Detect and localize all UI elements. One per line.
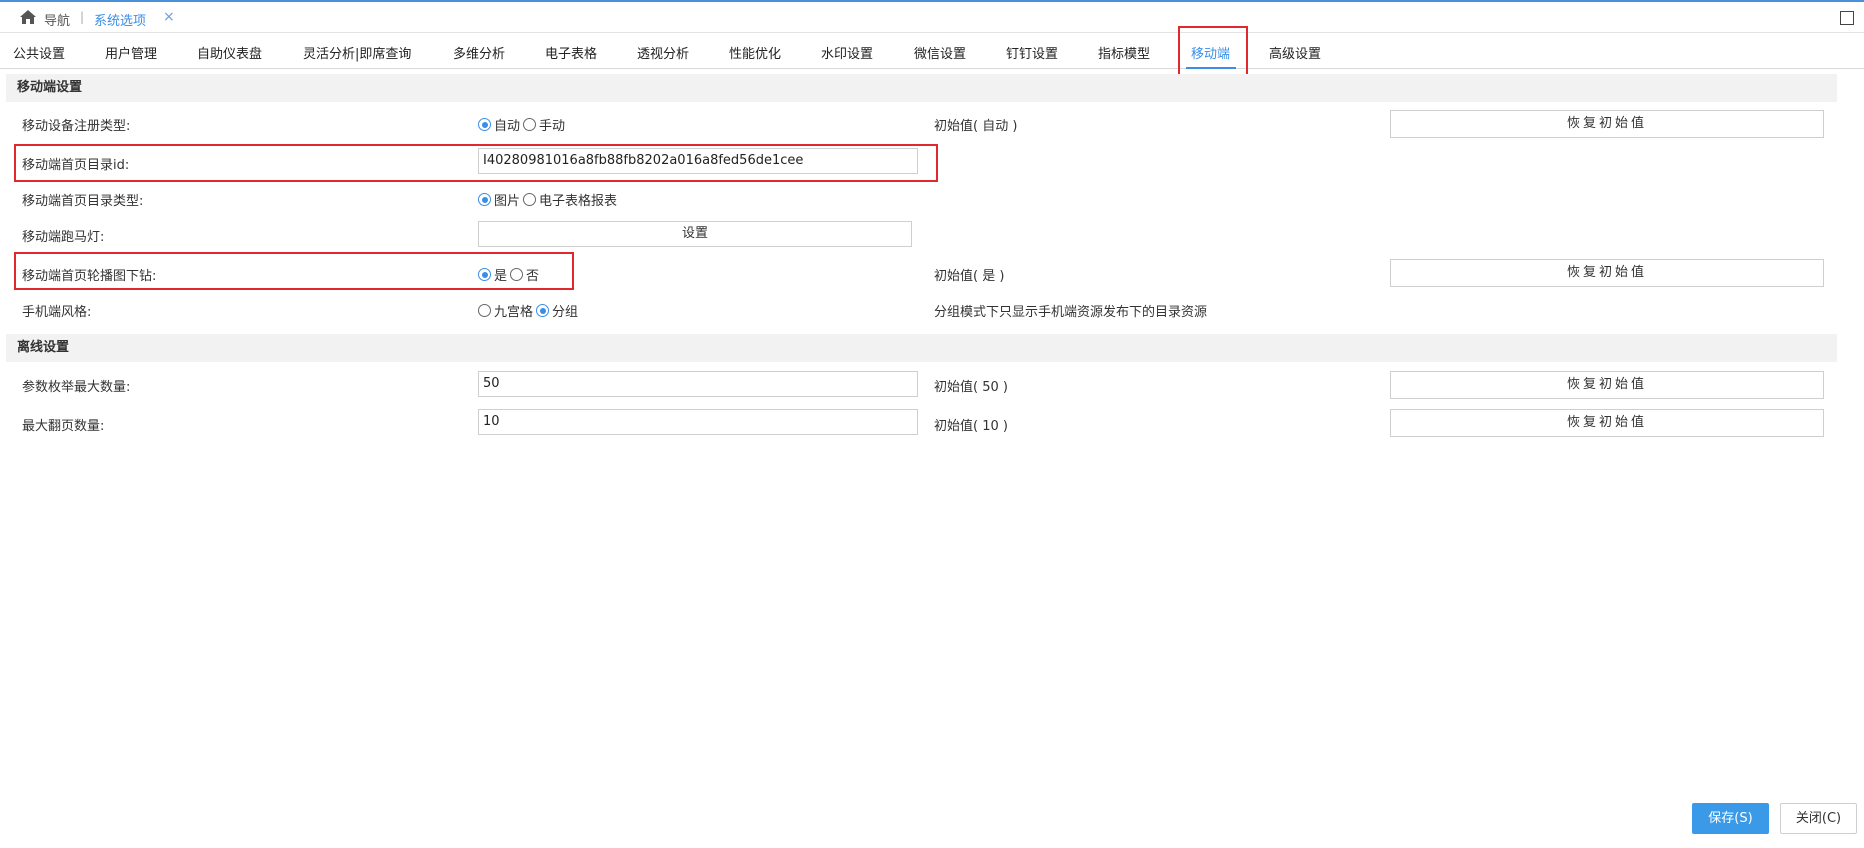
tab-wechat[interactable]: 微信设置	[914, 43, 966, 62]
phone-style-label: 手机端风格:	[22, 305, 92, 320]
param-enum-max-label: 参数枚举最大数量:	[22, 380, 131, 395]
tab-pivot[interactable]: 透视分析	[637, 43, 689, 62]
radio-selected[interactable]	[478, 118, 491, 131]
carousel-drill-no[interactable]: 否	[510, 265, 539, 284]
radio-unselected[interactable]	[523, 118, 537, 131]
marquee-label: 移动端跑马灯:	[22, 230, 105, 245]
register-type-auto[interactable]: 自动	[478, 115, 520, 134]
radio-selected[interactable]	[478, 193, 491, 206]
tab-spreadsheet[interactable]: 电子表格	[545, 43, 597, 62]
carousel-drill-initial: 初始值( 是 )	[934, 269, 1005, 284]
tab-mobile[interactable]: 移动端	[1191, 43, 1230, 62]
home-dir-type-label: 移动端首页目录类型:	[22, 194, 144, 209]
param-enum-max-input[interactable]: 50	[478, 371, 918, 397]
radio-selected[interactable]	[478, 268, 491, 281]
tab-advanced[interactable]: 高级设置	[1269, 43, 1321, 62]
maximize-icon[interactable]	[1840, 11, 1854, 25]
active-tab-underline	[1186, 67, 1236, 69]
phone-style-grid[interactable]: 九宫格	[478, 301, 533, 320]
register-type-radios: 自动 手动	[478, 115, 568, 134]
restore-default-button[interactable]: 恢复初始值	[1390, 259, 1824, 287]
register-type-label: 移动设备注册类型:	[22, 119, 131, 134]
tab-performance[interactable]: 性能优化	[729, 43, 781, 62]
tab-watermark[interactable]: 水印设置	[821, 43, 873, 62]
nav-bar: 导航 | 系统选项 ×	[0, 2, 1864, 33]
tab-dingtalk[interactable]: 钉钉设置	[1006, 43, 1058, 62]
nav-separator: |	[80, 10, 85, 24]
home-dir-id-input[interactable]: I40280981016a8fb88fb8202a016a8fed56de1ce…	[478, 148, 918, 174]
tab-public[interactable]: 公共设置	[13, 43, 65, 62]
nav-home-label[interactable]: 导航	[44, 10, 70, 29]
carousel-drill-label: 移动端首页轮播图下钻:	[22, 269, 157, 284]
section-mobile-settings: 移动端设置	[6, 74, 1837, 102]
param-enum-max-initial: 初始值( 50 )	[934, 380, 1008, 395]
home-dir-id-label: 移动端首页目录id:	[22, 158, 130, 173]
radio-unselected[interactable]	[478, 304, 491, 317]
save-button[interactable]: 保存(S)	[1692, 803, 1769, 834]
phone-style-group[interactable]: 分组	[536, 301, 578, 320]
register-type-manual[interactable]: 手动	[523, 115, 565, 134]
restore-default-button[interactable]: 恢复初始值	[1390, 371, 1824, 399]
tab-multidim[interactable]: 多维分析	[453, 43, 505, 62]
max-pages-initial: 初始值( 10 )	[934, 419, 1008, 434]
radio-selected[interactable]	[536, 304, 550, 317]
phone-style-radios: 九宫格 分组	[478, 301, 581, 320]
home-icon[interactable]	[19, 9, 37, 25]
marquee-settings-button[interactable]: 设置	[478, 221, 912, 247]
home-dir-type-radios: 图片 电子表格报表	[478, 190, 620, 209]
restore-default-button[interactable]: 恢复初始值	[1390, 409, 1824, 437]
section-offline-settings: 离线设置	[6, 334, 1837, 362]
carousel-drill-radios: 是 否	[478, 265, 542, 284]
home-dir-type-image[interactable]: 图片	[478, 190, 520, 209]
nav-tab-system-options[interactable]: 系统选项	[94, 10, 146, 29]
carousel-drill-yes[interactable]: 是	[478, 265, 507, 284]
tab-dashboard[interactable]: 自助仪表盘	[197, 43, 262, 62]
radio-unselected[interactable]	[523, 193, 537, 206]
max-pages-label: 最大翻页数量:	[22, 419, 105, 434]
max-pages-input[interactable]: 10	[478, 409, 918, 435]
tab-flexible-analysis[interactable]: 灵活分析|即席查询	[303, 43, 411, 62]
settings-tabs: 公共设置 用户管理 自助仪表盘 灵活分析|即席查询 多维分析 电子表格 透视分析…	[0, 33, 1864, 69]
close-button[interactable]: 关闭(C)	[1780, 803, 1857, 834]
restore-default-button[interactable]: 恢复初始值	[1390, 110, 1824, 138]
tab-users[interactable]: 用户管理	[105, 43, 157, 62]
radio-unselected[interactable]	[510, 268, 524, 281]
close-icon[interactable]: ×	[163, 9, 175, 25]
tab-metric-model[interactable]: 指标模型	[1098, 43, 1150, 62]
home-dir-type-spreadsheet[interactable]: 电子表格报表	[523, 190, 617, 209]
phone-style-note: 分组模式下只显示手机端资源发布下的目录资源	[934, 305, 1208, 320]
register-type-initial: 初始值( 自动 )	[934, 119, 1018, 134]
